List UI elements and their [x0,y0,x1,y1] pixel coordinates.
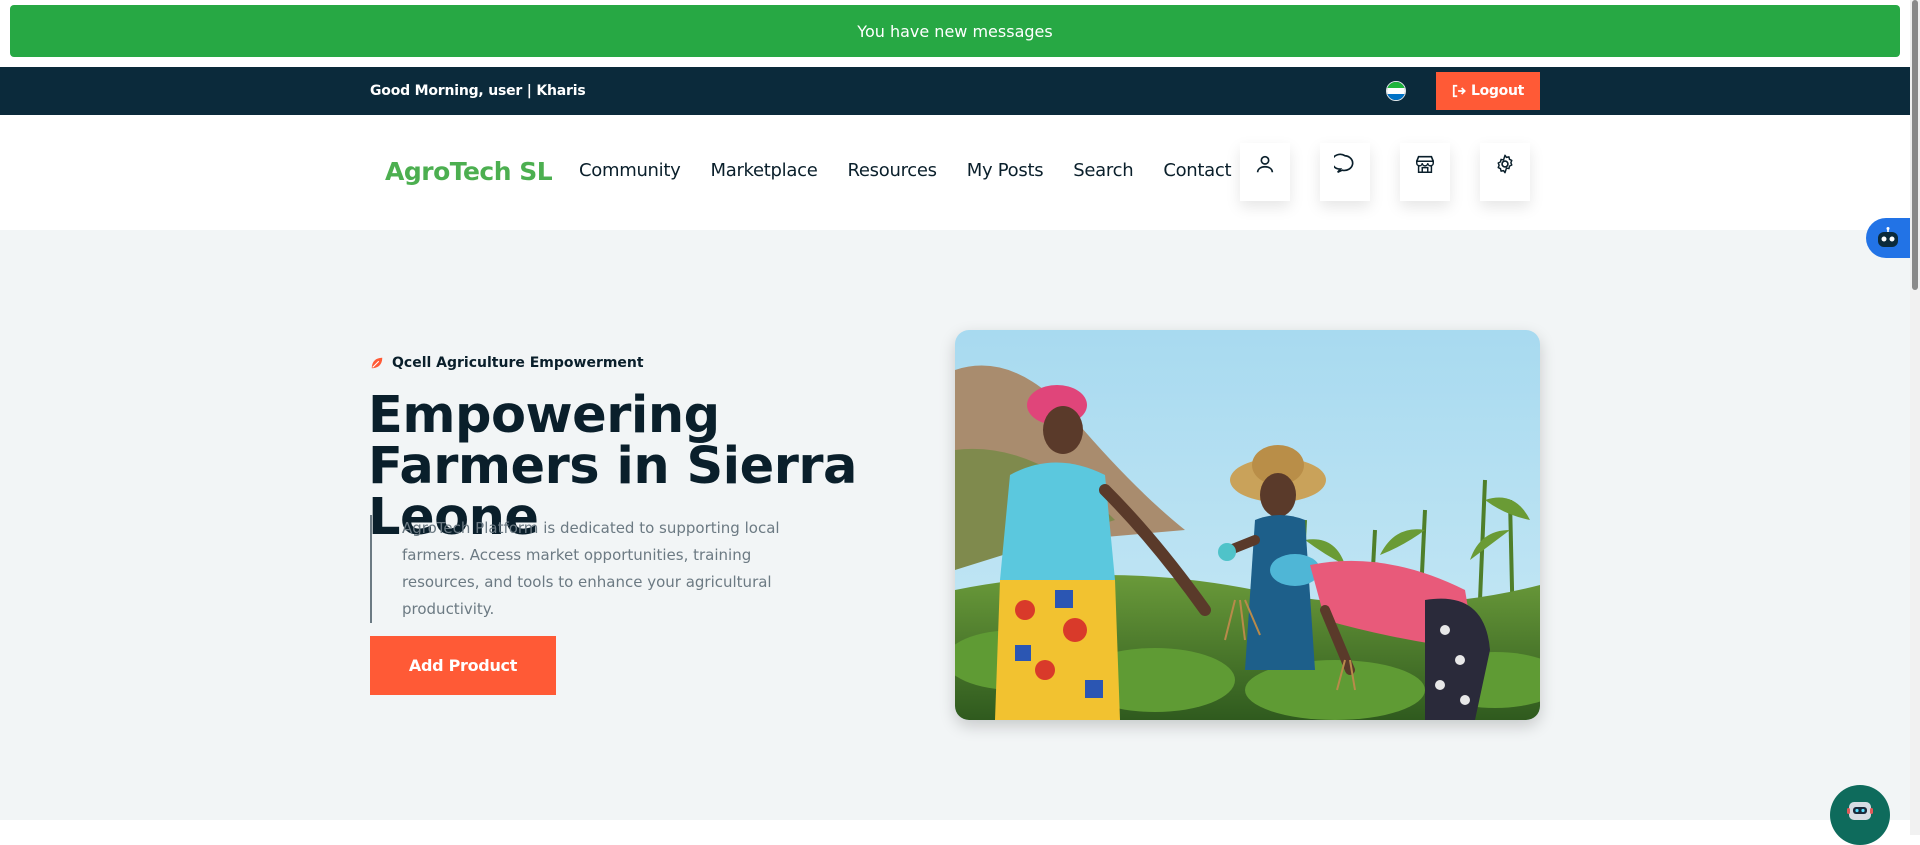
assistant-side-tab[interactable] [1866,218,1910,258]
greeting-text: Good Morning, user | Kharis [370,83,586,99]
logout-label: Logout [1470,83,1525,99]
store-button[interactable] [1400,143,1450,201]
gear-icon [1497,154,1513,174]
nav-resources[interactable]: Resources [848,160,938,181]
new-messages-alert: You have new messages [10,5,1900,57]
page-scrollbar-thumb[interactable] [1912,0,1918,290]
chatbot-icon [1847,802,1873,820]
profile-button[interactable] [1240,143,1290,201]
top-bar: Good Morning, user | Kharis Logout [0,67,1910,115]
alert-text: You have new messages [857,21,1053,41]
assistant-chat-button[interactable] [1830,785,1890,845]
nav-contact[interactable]: Contact [1163,160,1231,181]
main-navbar: AgroTech SL Community Marketplace Resour… [0,115,1910,230]
nav-community[interactable]: Community [579,160,681,181]
nav-marketplace[interactable]: Marketplace [710,160,817,181]
robot-icon [1878,227,1898,247]
chat-icon [1334,153,1354,173]
sierra-leone-flag-icon[interactable] [1386,81,1406,101]
hero-tagline: Qcell Agriculture Empowerment [370,355,644,371]
store-icon [1415,155,1435,173]
main-menu: Community Marketplace Resources My Posts… [579,160,1261,181]
nav-my-posts[interactable]: My Posts [967,160,1044,181]
nav-search[interactable]: Search [1073,160,1133,181]
logout-button[interactable]: Logout [1436,72,1540,110]
tagline-text: Qcell Agriculture Empowerment [392,355,644,371]
sign-out-icon [1452,84,1466,98]
hero-section: Qcell Agriculture Empowerment Empowering… [0,230,1910,820]
leaf-icon [371,357,383,369]
add-product-button[interactable]: Add Product [370,636,556,695]
user-icon [1256,155,1274,173]
settings-button[interactable] [1480,143,1530,201]
site-logo[interactable]: AgroTech SL [385,157,553,186]
hero-description: AgroTech Platform is dedicated to suppor… [370,515,810,623]
farmers-photo [955,330,1540,720]
messages-button[interactable] [1320,143,1370,201]
